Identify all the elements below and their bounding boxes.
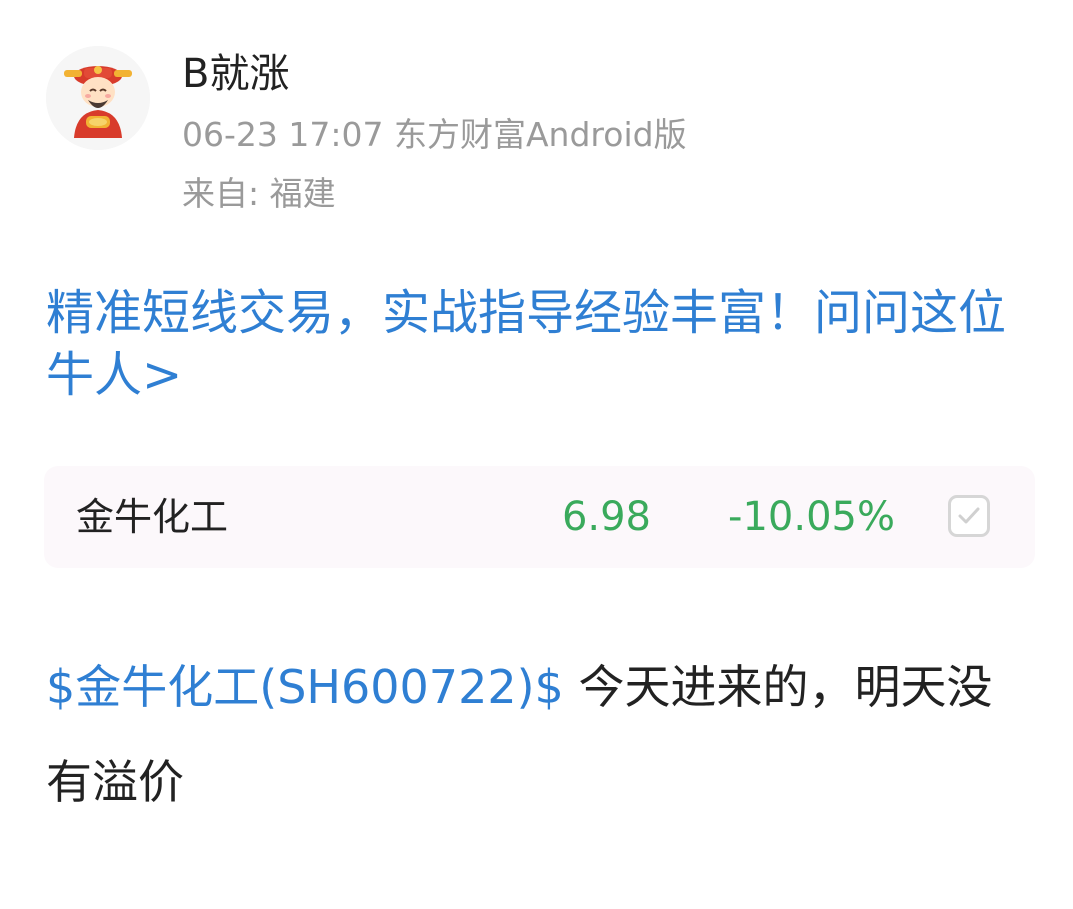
stock-change-percent: -10.05%: [728, 494, 895, 540]
promo-link[interactable]: 精准短线交易，实战指导经验丰富！问问这位牛人>: [46, 282, 1036, 406]
checkbox-check-icon: [958, 507, 980, 524]
god-of-wealth-avatar-icon: [46, 46, 150, 150]
stock-name: 金牛化工: [76, 495, 229, 539]
author-avatar[interactable]: [46, 46, 150, 150]
stock-quote-card[interactable]: 金牛化工 6.98 -10.05%: [44, 466, 1035, 568]
post-location: 来自: 福建: [182, 174, 336, 213]
post-source: 东方财富Android版: [393, 115, 687, 154]
stock-mention-link[interactable]: $金牛化工(SH600722)$: [46, 660, 564, 714]
post-header: B就涨 06-23 17:07 东方财富Android版 来自: 福建: [0, 0, 1073, 230]
stock-price: 6.98: [561, 494, 651, 540]
post-meta: 06-23 17:07 东方财富Android版: [182, 114, 687, 156]
post-timestamp: 06-23 17:07: [182, 115, 384, 154]
post-content: $金牛化工(SH600722)$ 今天进来的，明天没有溢价: [46, 640, 1036, 830]
author-name[interactable]: B就涨: [182, 50, 289, 98]
add-to-watchlist-checkbox[interactable]: [948, 495, 990, 537]
